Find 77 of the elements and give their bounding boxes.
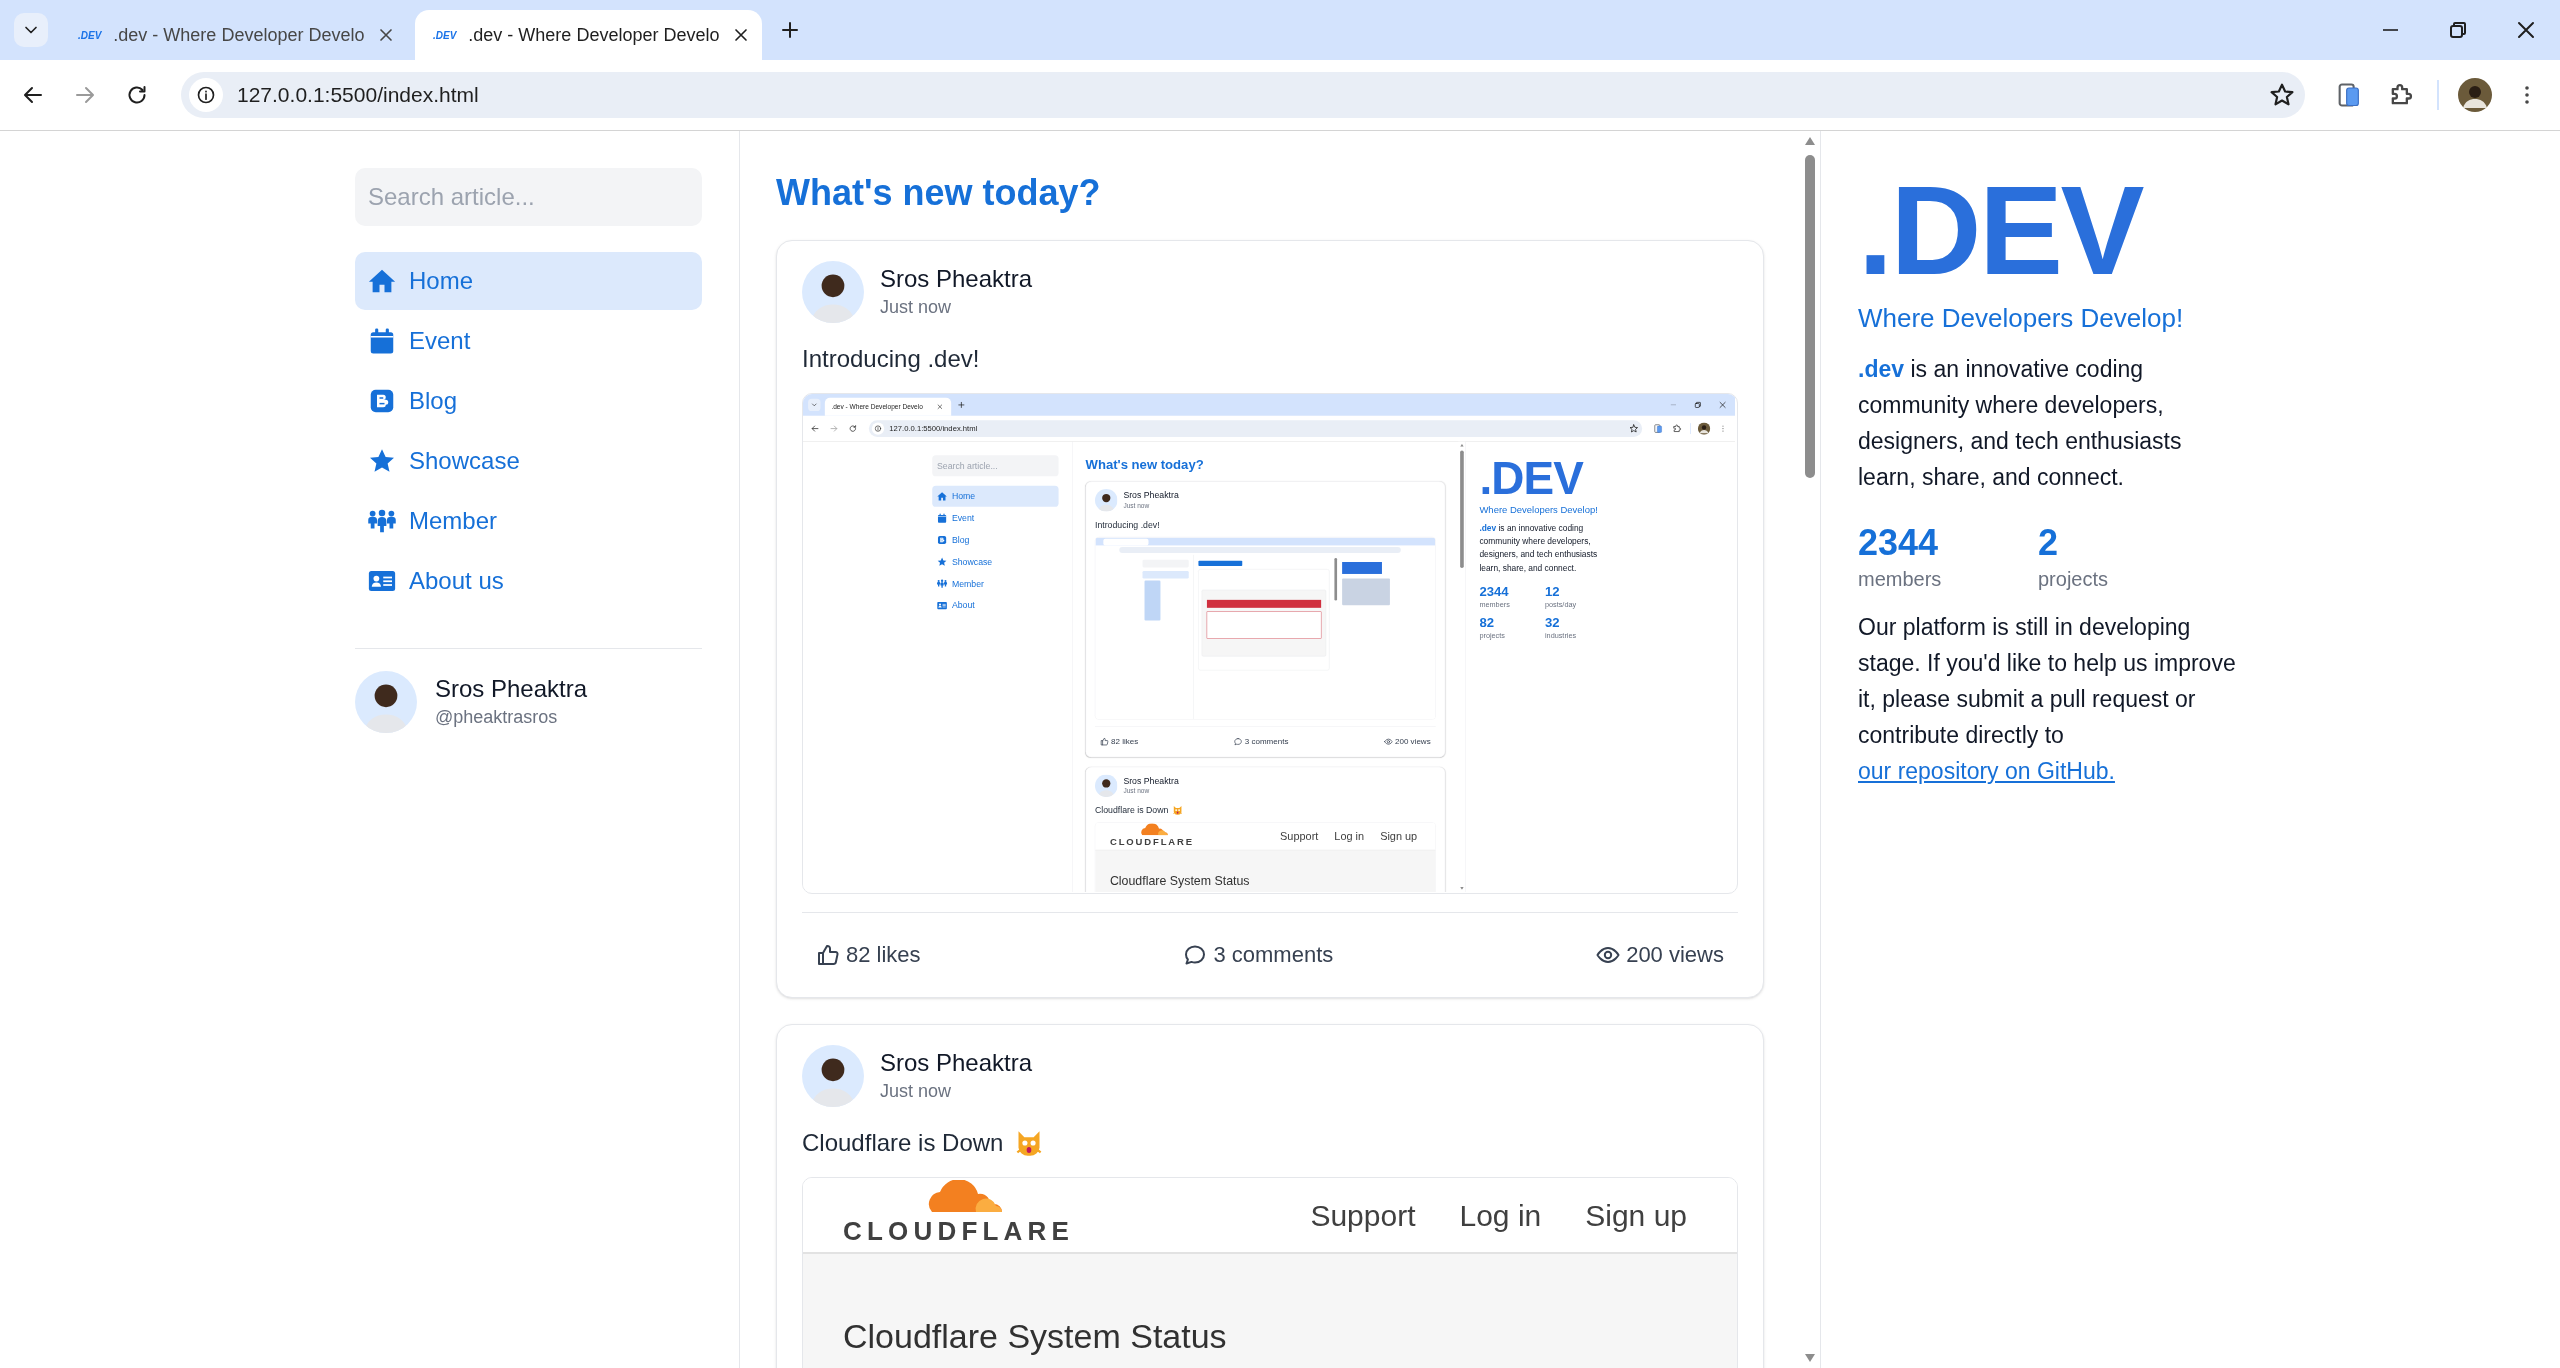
stat-value: 82 <box>1479 614 1495 631</box>
status-page-title: Cloudflare System Status <box>843 1316 1228 1356</box>
kebab-menu-icon <box>2525 86 2529 104</box>
header-link[interactable]: Support <box>1310 1192 1416 1238</box>
search-field[interactable]: Search article... <box>932 455 1059 477</box>
status-page-title: Cloudflare System Status <box>1109 873 1251 888</box>
favicon: .DEV <box>78 28 102 43</box>
stat-value: 2 <box>2038 521 2060 565</box>
intro-text: .dev is an innovative coding community where developers, designers, and tech enthusiasts learn, share, and connect. <box>1858 355 2183 492</box>
page-heading: What's new today? <box>1085 456 1205 473</box>
scroll-up-arrow-icon[interactable] <box>1805 137 1815 145</box>
intro-text: .dev is an innovative coding community where developers, designers, and tech enthusiasts learn, share, and connect. <box>1479 522 1599 575</box>
address-bar[interactable]: 127.0.0.1:5500/index.html <box>181 72 2305 118</box>
profile-name: Sros Pheaktra <box>435 674 588 704</box>
header-link[interactable]: Sign up <box>1585 1192 1687 1238</box>
tagline: Where Developers Develop! <box>1858 302 2185 335</box>
post-text: Introducing .dev! <box>802 344 980 374</box>
like-button[interactable]: 82 likes <box>1100 736 1139 747</box>
comments-button[interactable]: 3 comments <box>1183 941 1334 969</box>
author-name: Sros Pheaktra <box>1123 775 1179 787</box>
avatar <box>1095 489 1118 512</box>
header-link[interactable]: Sign up <box>1380 828 1418 845</box>
profile-avatar[interactable] <box>1697 422 1711 435</box>
profile-handle: @pheaktrasros <box>435 706 559 729</box>
dev-logo: .DEV <box>1858 168 2145 294</box>
scrollbar-thumb[interactable] <box>1460 450 1464 568</box>
scrollbar-thumb[interactable] <box>1805 155 1815 478</box>
thumbs-up-icon <box>816 943 840 967</box>
post-text: Cloudflare is Down <box>1095 804 1169 816</box>
page-heading: What's new today? <box>776 171 1102 215</box>
stat-value: 2344 <box>1479 583 1510 600</box>
id-card-icon <box>936 600 948 611</box>
platform-note: Our platform is still in developing stage. If you'd like to help us improve it, please submit a pull request or contribute directly to our repository on GitHub. <box>1858 613 2237 786</box>
post-text: Introducing .dev! <box>1095 518 1160 531</box>
stat-value: 12 <box>1544 583 1561 600</box>
bookmark-star-icon[interactable] <box>2269 82 2295 108</box>
header-link[interactable]: Log in <box>1334 828 1365 845</box>
stat-label: members <box>1858 567 1943 592</box>
favicon: .DEV <box>433 28 457 43</box>
author-name: Sros Pheaktra <box>880 1048 1033 1078</box>
speech-bubble-icon <box>1183 943 1208 967</box>
cloudflare-wordmark: CLOUDFLARE <box>1109 835 1195 850</box>
header-link[interactable]: Log in <box>1459 1192 1542 1238</box>
star-icon <box>936 556 948 568</box>
people-icon <box>936 578 948 590</box>
stat-value: 32 <box>1544 614 1561 631</box>
comments-button[interactable]: 3 comments <box>1233 736 1289 747</box>
stat-label: projects <box>2038 567 2110 592</box>
post-time: Just now <box>880 296 953 319</box>
search-field[interactable]: Search article... <box>355 168 702 226</box>
post-time: Just now <box>880 1080 953 1103</box>
repository-link[interactable]: our repository on GitHub. <box>1858 758 2115 784</box>
nav-item[interactable]: Home <box>355 252 702 310</box>
profile-avatar[interactable] <box>2458 78 2492 112</box>
browser-tab[interactable]: .DEV .dev - Where Developer Develo <box>415 10 762 60</box>
scroll-down-arrow-icon[interactable] <box>1460 886 1464 890</box>
blog-icon <box>936 534 948 546</box>
tagline: Where Developers Develop! <box>1479 503 1599 516</box>
info-icon[interactable] <box>196 85 216 105</box>
scroll-up-arrow-icon[interactable] <box>1460 443 1464 447</box>
browser-tab[interactable]: .DEV .dev - Where Developer Develo <box>60 10 407 60</box>
header-link[interactable]: Support <box>1280 828 1319 845</box>
post-text: Cloudflare is Down <box>802 1128 1004 1158</box>
stat-value: 2344 <box>1858 521 1940 565</box>
cloudflare-wordmark: CLOUDFLARE <box>843 1214 1075 1248</box>
house-icon <box>936 490 948 502</box>
like-button[interactable]: 82 likes <box>816 941 921 969</box>
minimize-icon <box>2382 29 2398 31</box>
views-button[interactable]: 200 views <box>1596 941 1724 969</box>
nav-item[interactable]: Home <box>932 485 1059 507</box>
calendar-icon <box>936 512 948 524</box>
views-button[interactable]: 200 views <box>1384 736 1431 747</box>
author-name: Sros Pheaktra <box>880 264 1033 294</box>
scroll-down-arrow-icon[interactable] <box>1805 1354 1815 1362</box>
author-name: Sros Pheaktra <box>1123 490 1179 502</box>
avatar <box>1095 774 1118 797</box>
dev-logo: .DEV <box>1479 455 1585 502</box>
